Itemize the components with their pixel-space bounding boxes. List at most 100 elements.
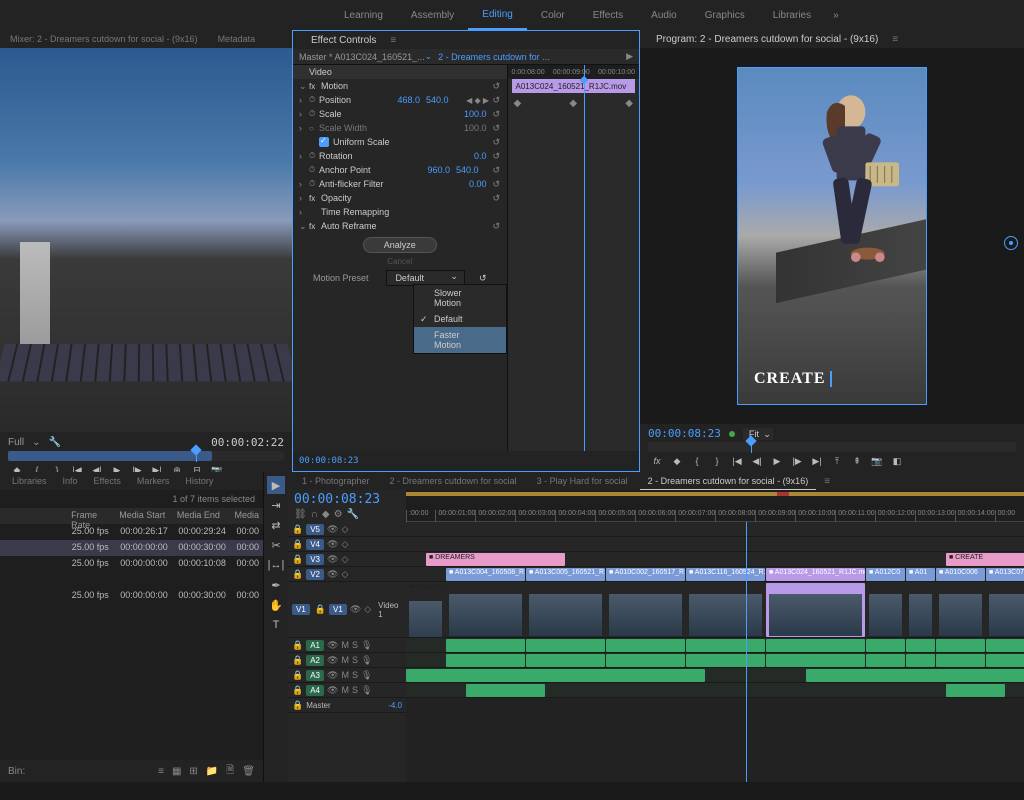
timeline-timecode[interactable]: 00:00:08:23	[294, 492, 400, 507]
lift-icon[interactable]: ⤒	[828, 454, 846, 468]
proj-tab-info[interactable]: Info	[57, 473, 84, 489]
ws-tab-libraries[interactable]: Libraries	[759, 2, 825, 29]
ec-anchor-x[interactable]: 960.0	[427, 165, 450, 175]
track-header-v3[interactable]: 🔒V3👁◇	[288, 552, 406, 567]
ec-flicker-val[interactable]: 0.00	[469, 179, 487, 189]
ec-auto-reframe[interactable]: Auto Reframe	[321, 221, 493, 231]
panel-menu-icon[interactable]: ≡	[892, 34, 898, 45]
clip[interactable]	[606, 654, 685, 667]
preset-faster[interactable]: Faster Motion	[414, 327, 506, 353]
program-monitor-viewport[interactable]: CREATE	[640, 48, 1024, 424]
ws-tab-learning[interactable]: Learning	[330, 2, 397, 29]
selection-tool-icon[interactable]: ▶	[267, 476, 285, 494]
clip[interactable]	[866, 654, 905, 667]
proj-tab-effects[interactable]: Effects	[88, 473, 127, 489]
clip[interactable]: ■ A013C004_160508_R	[446, 568, 525, 581]
track-header-v4[interactable]: 🔒V4👁◇	[288, 537, 406, 552]
track-header-v5[interactable]: 🔒V5👁◇	[288, 522, 406, 537]
type-tool-icon[interactable]: T	[267, 616, 285, 634]
snap-icon[interactable]: ⛓	[294, 509, 307, 520]
fx-badge-icon[interactable]: fx	[648, 454, 666, 468]
slip-tool-icon[interactable]: |↔|	[267, 556, 285, 574]
seq-tab-3[interactable]: 2 - Dreamers cutdown for social - (9x16)	[640, 473, 817, 490]
source-monitor-viewport[interactable]	[0, 48, 292, 432]
src-playback-res[interactable]: Full	[8, 437, 24, 448]
export-frame-icon[interactable]: 📷	[868, 454, 886, 468]
marker-tool-icon[interactable]: ◆	[322, 509, 330, 520]
ec-sequence-clip[interactable]: 2 - Dreamers cutdown for ...	[438, 52, 550, 62]
reset-icon[interactable]: ↺	[493, 123, 507, 134]
clip[interactable]: ■ Cross Disso	[406, 583, 445, 637]
anchor-handle-icon[interactable]	[1004, 236, 1018, 250]
track-lane-v5[interactable]	[406, 522, 1024, 537]
track-lane-a1[interactable]	[406, 638, 1024, 653]
list-view-icon[interactable]: ≡	[158, 766, 164, 777]
clip[interactable]: ■ A013C116_160524_R1JC	[686, 568, 765, 581]
ec-playhead[interactable]	[584, 65, 585, 451]
preset-default[interactable]: Default	[414, 311, 506, 327]
clip[interactable]	[936, 583, 985, 637]
ws-overflow-icon[interactable]: »	[833, 10, 839, 21]
project-row[interactable]: 25.00 fps00:00:00:0000:00:30:0000:00	[0, 588, 263, 604]
track-lane-a3[interactable]	[406, 668, 1024, 683]
proj-tab-libraries[interactable]: Libraries	[6, 473, 53, 489]
clip[interactable]	[766, 654, 865, 667]
clip[interactable]	[936, 639, 985, 652]
clip[interactable]	[686, 639, 765, 652]
keyframe-nav[interactable]: ◀ ◆ ▶	[463, 96, 493, 105]
clip[interactable]	[446, 639, 525, 652]
clip[interactable]	[686, 654, 765, 667]
track-lane-v4[interactable]	[406, 537, 1024, 552]
clip[interactable]	[526, 583, 605, 637]
new-item-icon[interactable]: 🗎	[226, 763, 234, 780]
clip[interactable]	[906, 654, 935, 667]
mark-out-icon[interactable]: }	[708, 454, 726, 468]
project-row[interactable]	[0, 572, 263, 588]
new-bin-icon[interactable]: 📁	[206, 766, 218, 777]
source-scrubber[interactable]	[8, 451, 284, 461]
linked-selection-icon[interactable]: ∩	[311, 509, 318, 520]
panel-menu-icon[interactable]: ≡	[390, 35, 396, 46]
ws-tab-color[interactable]: Color	[527, 2, 579, 29]
ws-tab-editing[interactable]: Editing	[468, 1, 527, 30]
reset-icon[interactable]: ↺	[493, 95, 507, 106]
program-timecode[interactable]: 00:00:08:23	[648, 427, 721, 440]
clip[interactable]	[406, 669, 705, 682]
track-header-a2[interactable]: 🔒A2👁MS🎙	[288, 653, 406, 668]
clip[interactable]	[806, 669, 1024, 682]
project-row[interactable]: 25.00 fps00:00:00:0000:00:30:0000:00	[0, 540, 263, 556]
source-tab-metadata[interactable]: Metadata	[208, 31, 266, 47]
ec-scale-val[interactable]: 100.0	[464, 109, 487, 119]
ec-master-clip[interactable]: Master * A013C024_160521_...	[299, 52, 425, 62]
clip[interactable]	[866, 583, 905, 637]
track-select-tool-icon[interactable]: ⇥	[267, 496, 285, 514]
uniform-scale-checkbox[interactable]	[319, 137, 329, 147]
hand-tool-icon[interactable]: ✋	[267, 596, 285, 614]
step-back-icon[interactable]: ◀|	[748, 454, 766, 468]
clip[interactable]: ■ A01	[906, 568, 935, 581]
track-header-a3[interactable]: 🔒A3👁MS🎙	[288, 668, 406, 683]
proj-tab-history[interactable]: History	[179, 473, 219, 489]
pen-tool-icon[interactable]: ✒	[267, 576, 285, 594]
track-lane-a2[interactable]	[406, 653, 1024, 668]
extract-icon[interactable]: ⇞	[848, 454, 866, 468]
ec-rot-val[interactable]: 0.0	[474, 151, 487, 161]
clip[interactable]	[446, 654, 525, 667]
preset-slower[interactable]: Slower Motion	[414, 285, 506, 311]
mark-in-icon[interactable]: {	[688, 454, 706, 468]
clip[interactable]: ■ A013C075	[986, 568, 1024, 581]
clip[interactable]	[866, 639, 905, 652]
clip[interactable]	[936, 654, 985, 667]
program-tab[interactable]: Program: 2 - Dreamers cutdown for social…	[646, 31, 888, 48]
timeline-playhead[interactable]	[746, 522, 747, 782]
clip[interactable]	[766, 583, 865, 637]
track-lane-v1[interactable]: ■ Cross Disso	[406, 582, 1024, 638]
clip[interactable]	[906, 639, 935, 652]
settings-icon[interactable]: ⚙	[334, 509, 343, 520]
icon-view-icon[interactable]: ▦	[172, 766, 181, 777]
source-tab-mixer[interactable]: Mixer: 2 - Dreamers cutdown for social -…	[0, 31, 208, 47]
panel-menu-icon[interactable]: ≡	[824, 476, 830, 487]
clip[interactable]	[986, 654, 1024, 667]
program-scrubber[interactable]	[648, 442, 1016, 452]
go-to-out-icon[interactable]: ▶|	[808, 454, 826, 468]
